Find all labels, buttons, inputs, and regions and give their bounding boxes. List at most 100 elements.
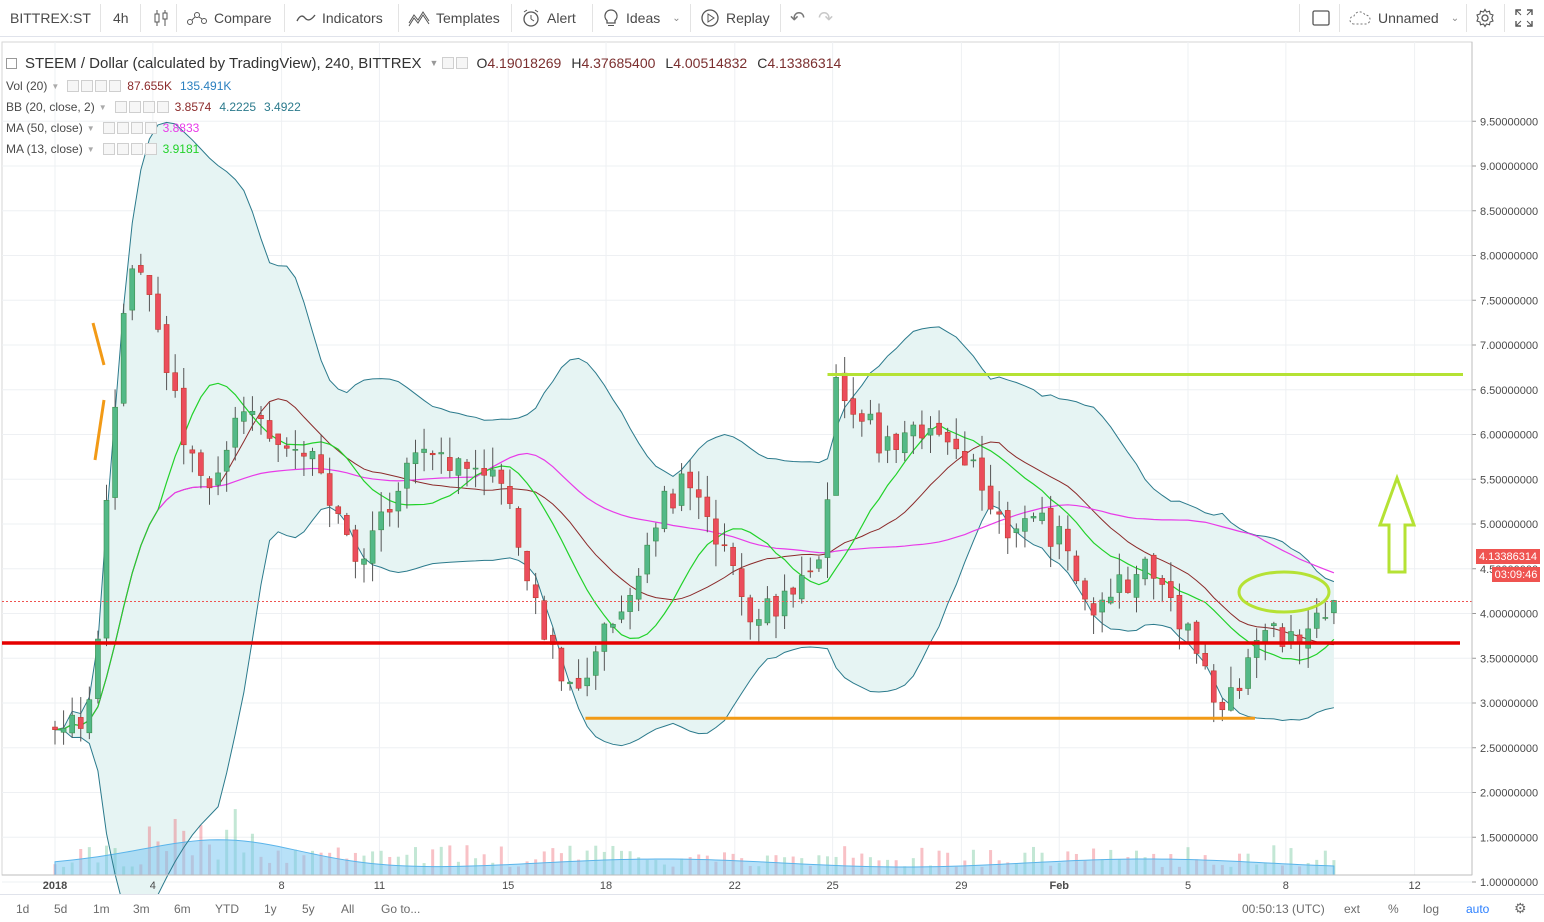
- plus-icon[interactable]: [130, 143, 143, 155]
- candle: [1013, 528, 1020, 533]
- eye-icon[interactable]: [67, 80, 80, 92]
- candle: [120, 313, 127, 404]
- close-icon[interactable]: [144, 143, 157, 155]
- log-toggle[interactable]: log: [1423, 895, 1439, 922]
- candle: [1125, 579, 1131, 593]
- y-tick-label: 1.50000000: [1480, 832, 1538, 844]
- candle: [1142, 558, 1148, 580]
- ma50-value: 3.8833: [162, 121, 200, 135]
- ma13-value: 3.9181: [162, 142, 200, 156]
- candle: [1107, 596, 1114, 604]
- settings-small-icon[interactable]: [116, 143, 129, 155]
- candle: [558, 647, 565, 682]
- candle: [575, 677, 582, 689]
- vol-ma-value: 135.491K: [180, 79, 232, 93]
- candle: [936, 422, 942, 435]
- bb-legend[interactable]: BB (20, close, 2) ▼ 3.8574 4.2225 3.4922: [6, 98, 301, 116]
- candle: [781, 590, 788, 617]
- candle: [738, 568, 745, 597]
- settings-small-icon[interactable]: [456, 57, 469, 69]
- range-1y[interactable]: 1y: [264, 895, 277, 922]
- eye-icon[interactable]: [442, 57, 455, 69]
- candle: [996, 511, 1002, 515]
- range-label: 1d: [16, 901, 30, 916]
- candle: [1022, 518, 1028, 532]
- candle: [163, 324, 170, 373]
- candle: [344, 515, 350, 535]
- candle: [1116, 574, 1123, 593]
- settings-small-icon[interactable]: [116, 122, 129, 134]
- candle: [77, 717, 84, 729]
- ma13-legend[interactable]: MA (13, close) ▼ 3.9181: [6, 140, 199, 158]
- chevron-down-icon[interactable]: ▼: [51, 82, 59, 91]
- close-value: 4.13386314: [767, 55, 842, 71]
- bb-basis-value: 3.8574: [174, 100, 212, 114]
- range-1m[interactable]: 1m: [93, 895, 110, 922]
- candle: [283, 445, 290, 449]
- candle: [481, 468, 487, 476]
- candle: [601, 623, 608, 652]
- candle: [1039, 512, 1045, 521]
- ma50-legend[interactable]: MA (50, close) ▼ 3.8833: [6, 119, 199, 137]
- candle: [1313, 612, 1320, 629]
- y-tick-label: 9.50000000: [1480, 116, 1538, 128]
- candle: [515, 508, 522, 548]
- range-5y[interactable]: 5y: [302, 895, 315, 922]
- percent-toggle[interactable]: %: [1388, 895, 1399, 922]
- candle: [155, 293, 161, 330]
- range-ytd[interactable]: YTD: [215, 895, 239, 922]
- candle: [1004, 510, 1011, 539]
- y-tick-label: 9.00000000: [1480, 161, 1538, 173]
- range-3m[interactable]: 3m: [133, 895, 150, 922]
- vol-legend[interactable]: Vol (20) ▼ 87.655K 135.491K: [6, 77, 231, 95]
- candle: [1090, 603, 1097, 616]
- candle: [678, 473, 685, 506]
- range-all[interactable]: All: [341, 895, 354, 922]
- eye-icon[interactable]: [114, 101, 127, 113]
- settings-small-icon[interactable]: [81, 80, 94, 92]
- candle: [1236, 687, 1243, 691]
- plus-icon[interactable]: [95, 80, 108, 92]
- range-label: 3m: [133, 901, 150, 916]
- candle: [1185, 623, 1191, 631]
- candle: [764, 598, 771, 624]
- range-label: 5y: [302, 901, 315, 916]
- range-1d[interactable]: 1d: [16, 895, 29, 922]
- close-icon[interactable]: [156, 101, 169, 113]
- close-icon[interactable]: [109, 80, 122, 92]
- range-5d[interactable]: 5d: [54, 895, 67, 922]
- settings-small-icon[interactable]: [128, 101, 141, 113]
- collapse-icon[interactable]: [6, 57, 17, 69]
- goto-button[interactable]: Go to...: [381, 895, 420, 922]
- candle: [1305, 628, 1311, 649]
- range-label: 1y: [264, 901, 277, 916]
- candle: [1288, 631, 1294, 644]
- plus-icon[interactable]: [142, 101, 155, 113]
- candle: [1193, 621, 1200, 654]
- ext-toggle[interactable]: ext: [1344, 895, 1360, 922]
- y-tick-label: 6.50000000: [1480, 385, 1538, 397]
- close-icon[interactable]: [144, 122, 157, 134]
- candle: [807, 570, 814, 573]
- chevron-down-icon[interactable]: ▼: [87, 145, 95, 154]
- last-price-value: 4.13386314: [1478, 550, 1538, 563]
- chevron-down-icon[interactable]: ▼: [99, 103, 107, 112]
- eye-icon[interactable]: [102, 143, 115, 155]
- candle: [919, 424, 925, 439]
- utc-clock[interactable]: 00:50:13 (UTC): [1242, 895, 1325, 922]
- chevron-down-icon[interactable]: ▼: [87, 124, 95, 133]
- candle: [953, 438, 960, 450]
- candle: [498, 469, 505, 484]
- low-value: 4.00514832: [673, 55, 748, 71]
- auto-toggle[interactable]: auto: [1466, 895, 1489, 922]
- candle: [189, 449, 196, 454]
- price-chart[interactable]: 1.00000000 1.50000000 2.00000000 2.50000000…: [0, 0, 1544, 894]
- candle: [1082, 580, 1088, 600]
- chevron-down-icon[interactable]: ▼: [430, 58, 439, 68]
- eye-icon[interactable]: [102, 122, 115, 134]
- plus-icon[interactable]: [130, 122, 143, 134]
- candle: [927, 428, 934, 436]
- candle: [670, 493, 676, 509]
- chart-settings-button[interactable]: ⚙: [1514, 895, 1527, 922]
- range-6m[interactable]: 6m: [174, 895, 191, 922]
